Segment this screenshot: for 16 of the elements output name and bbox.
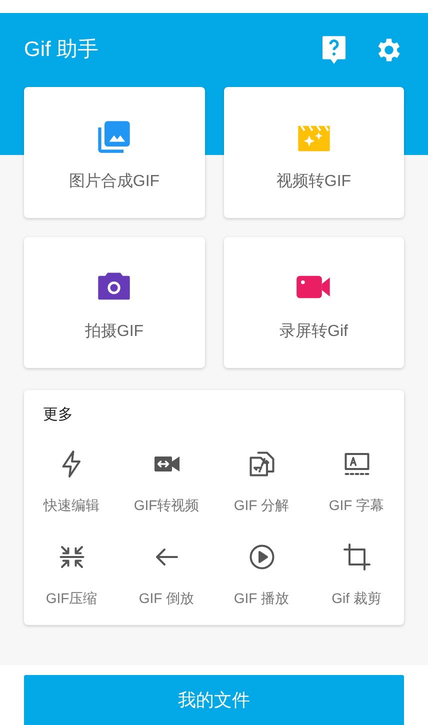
section-title: 更多: [42, 405, 74, 425]
feature-card[interactable]: 录屏转Gif: [224, 237, 404, 368]
my-files-button[interactable]: 我的文件: [24, 675, 404, 725]
feature-card[interactable]: 视频转GIF: [224, 87, 404, 218]
crop-icon: [342, 542, 372, 572]
tool-item[interactable]: GIF转视频: [119, 448, 214, 516]
feature-card[interactable]: 拍摄GIF: [24, 237, 204, 368]
tool-item[interactable]: GIF 倒放: [119, 542, 214, 608]
app-title: Gif 助手: [24, 37, 100, 64]
tool-item[interactable]: 快速编辑: [24, 448, 119, 516]
tool-item[interactable]: Gif 裁剪: [309, 542, 404, 608]
tool-item[interactable]: GIF 分解: [214, 448, 309, 516]
tool-item[interactable]: GIF 播放: [214, 542, 309, 608]
tool-item[interactable]: GIF压缩: [24, 542, 119, 608]
feature-card[interactable]: 图片合成GIF: [24, 87, 204, 218]
tool-item[interactable]: GIF 字幕: [309, 448, 404, 516]
